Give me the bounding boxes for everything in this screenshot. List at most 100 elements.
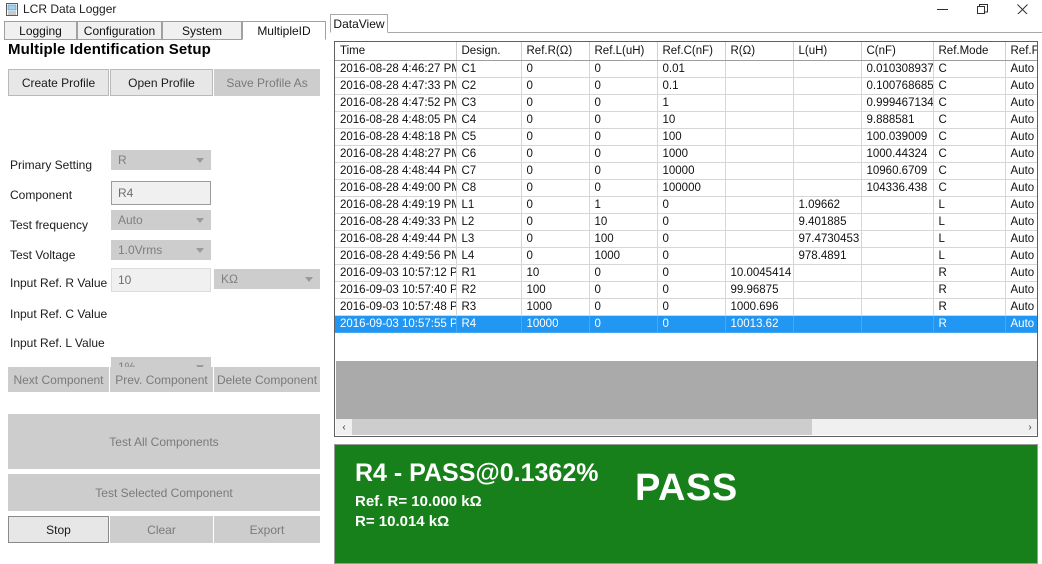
test-voltage-select[interactable]: 1.0Vrms [111,240,211,260]
table-cell: Auto [1005,230,1037,248]
tab-configuration[interactable]: Configuration [77,21,162,40]
table-cell: C5 [456,128,522,146]
table-cell [725,128,794,146]
table-cell: 0.100768685 [861,77,934,95]
table-cell: Auto [1005,298,1037,316]
table-row[interactable]: 2016-08-28 4:49:00 PM C8 0 0 100000 104336.43… [335,179,1037,197]
table-cell: Auto [1005,77,1037,95]
column-header-2[interactable]: Ref.R(Ω) [521,42,590,61]
table-cell: 1000 [521,298,590,316]
table-row[interactable]: 2016-08-28 4:47:52 PM C3 0 0 1 0.999467134 C Au… [335,94,1037,112]
table-row[interactable]: 2016-09-03 10:57:55 PM R4 10000 0 0 10013.62 R… [335,315,1037,333]
column-header-4[interactable]: Ref.C(nF) [657,42,726,61]
table-cell: R [933,315,1006,333]
table-cell: 2016-09-03 10:57:55 PM [335,315,457,333]
create-profile-button[interactable]: Create Profile [8,69,109,96]
tab-multipleid[interactable]: MultipleID [242,21,326,40]
table-cell [861,213,934,231]
table-cell: R [933,298,1006,316]
table-cell: 0 [657,247,726,265]
table-row[interactable]: 2016-08-28 4:49:19 PM L1 0 1 0 1.09662 L Auto [335,196,1037,214]
table-cell: 10 [589,213,658,231]
table-row[interactable]: 2016-08-28 4:49:56 PM L4 0 1000 0 978.4891 L Au… [335,247,1037,265]
table-cell: 0.0103089372 [861,60,934,78]
table-cell: L4 [456,247,522,265]
save-profile-as-button: Save Profile As [214,69,320,96]
column-header-5[interactable]: R(Ω) [725,42,794,61]
table-cell [861,264,934,282]
table-row[interactable]: 2016-08-28 4:49:44 PM L3 0 100 0 97.4730453 L A… [335,230,1037,248]
column-header-0[interactable]: Time [335,42,457,61]
component-label: Component [10,188,73,202]
test-all-components-button: Test All Components [8,414,320,469]
table-cell: 0 [657,196,726,214]
table-cell: 2016-08-28 4:49:44 PM [335,230,457,248]
column-header-9[interactable]: Ref.F [1005,42,1037,61]
table-cell [793,315,862,333]
table-cell: C [933,179,1006,197]
input-ref-r-input[interactable]: 10 [111,268,211,292]
table-cell [725,196,794,214]
table-row[interactable]: 2016-08-28 4:49:33 PM L2 0 10 0 9.401885 L Auto [335,213,1037,231]
table-row[interactable]: 2016-08-28 4:46:27 PM C1 0 0 0.01 0.010308937… [335,60,1037,78]
table-cell [793,111,862,129]
table-cell: 0.01 [657,60,726,78]
table-row[interactable]: 2016-09-03 10:57:40 PM R2 100 0 0 99.96875 R Au… [335,281,1037,299]
table-cell: 0 [521,162,590,180]
table-cell: R3 [456,298,522,316]
table-cell: Auto [1005,264,1037,282]
tab-system[interactable]: System [162,21,242,40]
table-row[interactable]: 2016-08-28 4:48:44 PM C7 0 0 10000 10960.6709… [335,162,1037,180]
table-cell [793,179,862,197]
table-cell: L2 [456,213,522,231]
tab-multipleid-label: MultipleID [257,23,311,38]
window-title: LCR Data Logger [23,2,117,16]
table-cell: 0 [521,247,590,265]
table-row[interactable]: 2016-09-03 10:57:48 PM R3 1000 0 0 1000.696 R A… [335,298,1037,316]
table-cell: 2016-08-28 4:48:05 PM [335,111,457,129]
table-cell: R4 [456,315,522,333]
table-cell: R2 [456,281,522,299]
result-measured-value: R= 10.014 kΩ [355,513,450,530]
column-header-1[interactable]: Design. [456,42,522,61]
open-profile-button[interactable]: Open Profile [110,69,213,96]
horizontal-scrollbar[interactable]: ‹ › [336,419,1037,435]
scroll-right-arrow-icon[interactable]: › [1022,419,1037,435]
table-cell: Auto [1005,128,1037,146]
table-cell: R1 [456,264,522,282]
scroll-left-arrow-icon[interactable]: ‹ [336,419,352,435]
table-cell: C6 [456,145,522,163]
table-row[interactable]: 2016-09-03 10:57:12 PM R1 10 0 0 10.0045414 R A… [335,264,1037,282]
table-cell: 0 [589,264,658,282]
table-cell: 1000 [589,247,658,265]
scrollbar-thumb[interactable] [352,419,812,435]
table-cell: 0 [657,213,726,231]
table-cell: 1000 [657,145,726,163]
table-cell [725,77,794,95]
table-cell: 1 [657,94,726,112]
primary-setting-select[interactable]: R [111,150,211,170]
table-row[interactable]: 2016-08-28 4:47:33 PM C2 0 0 0.1 0.100768685 C… [335,77,1037,95]
tab-logging[interactable]: Logging [4,21,77,40]
input-ref-r-unit-select[interactable]: KΩ [214,269,320,289]
table-row[interactable]: 2016-08-28 4:48:05 PM C4 0 0 10 9.888581 C Auto [335,111,1037,129]
column-header-6[interactable]: L(uH) [793,42,862,61]
stop-button[interactable]: Stop [8,516,109,543]
column-header-8[interactable]: Ref.Mode [933,42,1006,61]
table-cell: C [933,77,1006,95]
column-header-7[interactable]: C(nF) [861,42,934,61]
tab-dataview[interactable]: DataView [330,14,388,33]
component-input[interactable]: R4 [111,181,211,205]
column-header-3[interactable]: Ref.L(uH) [589,42,658,61]
table-cell: Auto [1005,162,1037,180]
table-cell: 1.09662 [793,196,862,214]
table-row[interactable]: 2016-08-28 4:48:18 PM C5 0 0 100 100.039009 C A… [335,128,1037,146]
chevron-down-icon [196,218,204,223]
table-cell: 0 [589,111,658,129]
chevron-down-icon [305,277,313,282]
table-cell: 99.96875 [725,281,794,299]
table-cell: C [933,60,1006,78]
test-frequency-select[interactable]: Auto [111,210,211,230]
table-row[interactable]: 2016-08-28 4:48:27 PM C6 0 0 1000 1000.44324 C… [335,145,1037,163]
data-grid[interactable]: Time Design. Ref.R(Ω) Ref.L(uH) Ref.C(nF) R(Ω… [334,41,1038,437]
